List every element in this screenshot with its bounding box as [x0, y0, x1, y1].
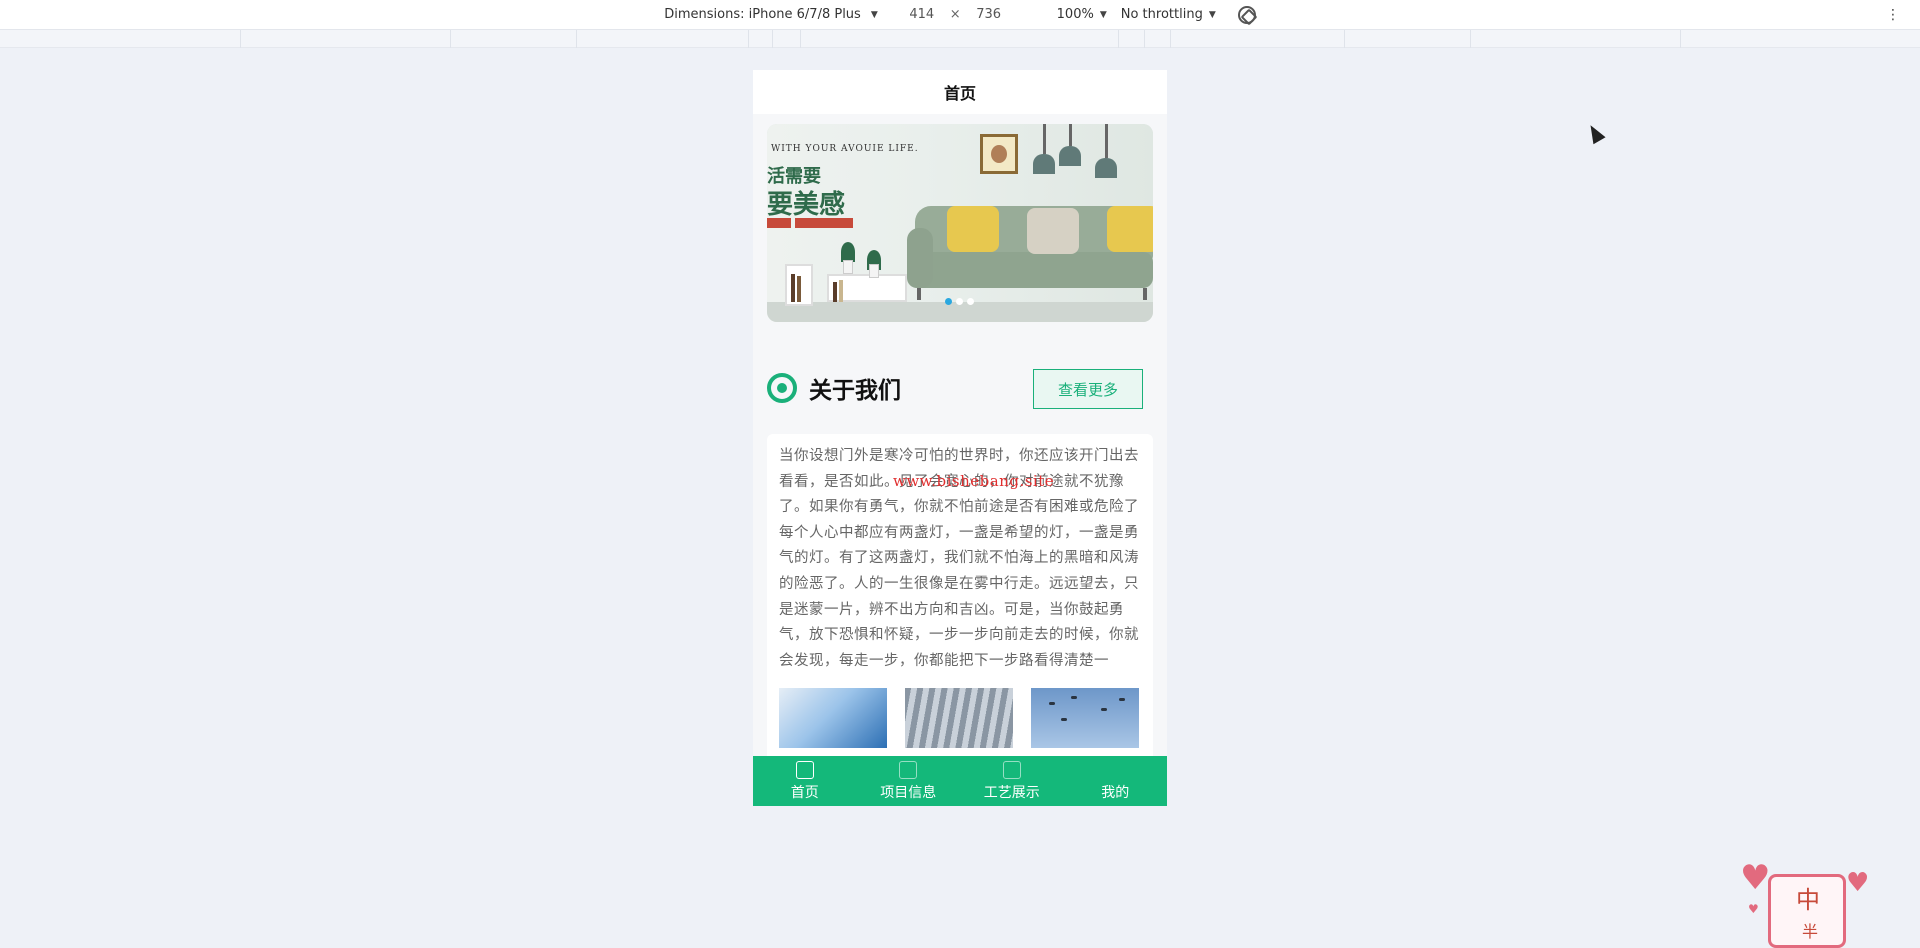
user-icon	[1106, 761, 1124, 779]
book	[833, 282, 837, 302]
media-query-ruler	[0, 30, 1920, 48]
carousel-dot[interactable]	[945, 298, 952, 305]
tab-label: 首页	[790, 784, 819, 801]
tab-home[interactable]: 首页	[753, 756, 857, 806]
banner-tag	[767, 218, 791, 228]
tab-craft[interactable]: 工艺展示	[960, 756, 1064, 806]
zoom-label[interactable]: 100%	[1057, 7, 1094, 22]
mascot-char: 中	[1796, 886, 1820, 914]
sofa-leg	[1143, 288, 1147, 300]
floor	[767, 302, 1153, 322]
thumbnail-row	[779, 688, 1139, 748]
sofa-leg	[917, 288, 921, 300]
mascot-char: 半	[1802, 922, 1819, 941]
zoom-selector[interactable]: 100% ▼	[1057, 7, 1107, 22]
tab-mine[interactable]: 我的	[1064, 756, 1168, 806]
pillow	[1107, 206, 1153, 252]
home-icon	[795, 760, 814, 779]
section-title: 关于我们	[809, 378, 901, 404]
chevron-down-icon[interactable]: ▼	[871, 10, 878, 20]
book	[839, 280, 843, 302]
banner-slogan-line2: 要美感	[767, 190, 846, 220]
plant	[841, 242, 855, 262]
lamp-shade	[1095, 158, 1117, 178]
banner-tag	[795, 218, 853, 228]
throttle-label[interactable]: No throttling	[1121, 7, 1203, 22]
device-selector[interactable]: Dimensions: iPhone 6/7/8 Plus ▼	[664, 7, 878, 22]
devtools-device-toolbar: Dimensions: iPhone 6/7/8 Plus ▼ 414 × 73…	[0, 0, 1920, 30]
heart-icon: ♥	[1748, 902, 1759, 916]
pot	[869, 264, 879, 278]
watermark: www.bishebang.site	[893, 472, 1055, 490]
heart-icon: ♥	[1846, 868, 1870, 898]
lamp-shade	[1033, 154, 1055, 174]
grid-icon	[899, 760, 918, 779]
carousel-dot[interactable]	[967, 298, 974, 305]
lamp-shade	[1059, 146, 1081, 166]
tab-bar: 首页 项目信息 工艺展示 我的	[753, 756, 1167, 806]
more-options-icon[interactable]: ⋮	[1886, 6, 1900, 24]
about-card: 当你设想门外是寒冷可怕的世界时，你还应该开门出去看看，是否如此。见了会宽心的，你…	[767, 434, 1153, 786]
pillow	[1027, 208, 1079, 254]
mobile-viewport: 首页 WITH YOUR AVOUIE LIFE. 活需要 要美感 关于我们 查…	[753, 70, 1167, 806]
height-input[interactable]: 736	[965, 7, 1013, 22]
about-header: 关于我们 查看更多	[767, 367, 1153, 409]
mouse-cursor	[1584, 121, 1606, 145]
sofa-seat	[907, 252, 1153, 288]
tab-label: 工艺展示	[983, 784, 1040, 801]
chevron-down-icon[interactable]: ▼	[1100, 10, 1107, 20]
carousel-indicators	[945, 298, 974, 305]
nav-bar: 首页	[753, 70, 1167, 114]
thumbnail-image[interactable]	[1031, 688, 1139, 748]
thumbnail-image[interactable]	[779, 688, 887, 748]
tab-projects[interactable]: 项目信息	[857, 756, 961, 806]
book	[797, 276, 801, 302]
heart-icon: ♥	[1740, 858, 1771, 898]
lamp-cord	[1069, 124, 1072, 146]
chevron-down-icon[interactable]: ▼	[1209, 10, 1216, 20]
throttle-selector[interactable]: No throttling ▼	[1121, 7, 1216, 22]
book	[791, 274, 795, 302]
tab-label: 我的	[1101, 784, 1130, 801]
rotate-icon[interactable]	[1237, 5, 1256, 24]
carousel-dot[interactable]	[956, 298, 963, 305]
target-icon	[767, 373, 797, 403]
lamp-cord	[1105, 124, 1108, 158]
banner-slogan-en: WITH YOUR AVOUIE LIFE.	[771, 144, 919, 154]
picture-frame	[980, 134, 1018, 174]
sofa-arm	[907, 228, 933, 288]
dimensions-label[interactable]: Dimensions: iPhone 6/7/8 Plus	[664, 7, 861, 22]
tab-label: 项目信息	[880, 784, 937, 801]
width-input[interactable]: 414	[898, 7, 946, 22]
banner-carousel[interactable]: WITH YOUR AVOUIE LIFE. 活需要 要美感	[767, 124, 1153, 322]
pot	[843, 260, 853, 274]
thumbnail-image[interactable]	[905, 688, 1013, 748]
times-icon: ×	[949, 7, 961, 22]
mascot-widget[interactable]: ♥ ♥ ♥ 中 半	[1740, 858, 1870, 948]
lamp-cord	[1043, 124, 1046, 154]
view-more-button[interactable]: 查看更多	[1033, 369, 1143, 409]
page-title: 首页	[943, 84, 976, 103]
display-icon	[1002, 760, 1021, 779]
pillow	[947, 206, 999, 252]
